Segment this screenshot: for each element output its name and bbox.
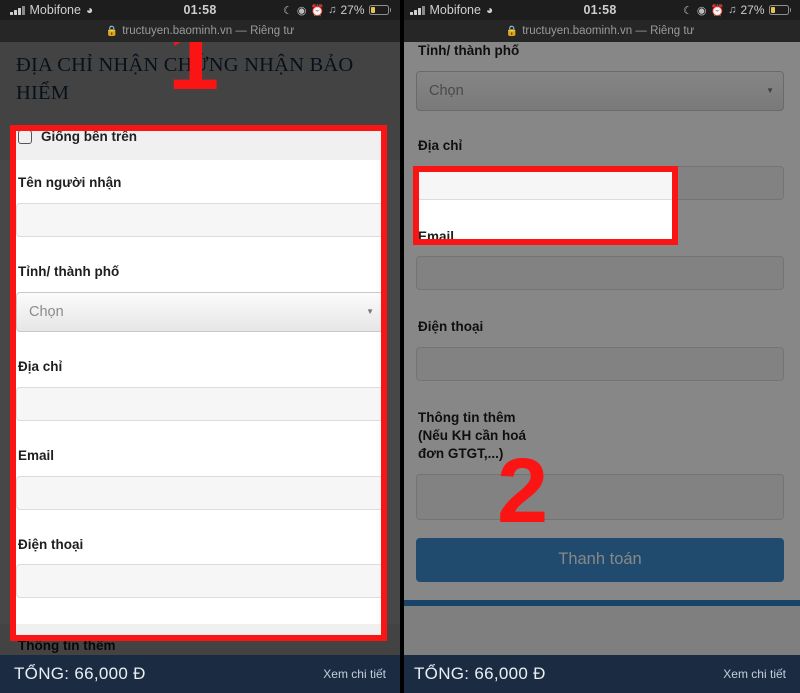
battery-percent-label: 27%	[340, 3, 365, 17]
headphones-icon: ♫	[328, 4, 337, 16]
right-page-viewport[interactable]: Tỉnh/ thành phố Chọn ▼ Địa chỉ Email Điệ…	[400, 42, 800, 655]
moon-icon: ☾	[283, 4, 293, 17]
field-tinh-thanh-pho: Tỉnh/ thành phố Chọn ▼	[416, 42, 784, 111]
pay-button-label: Thanh toán	[558, 550, 642, 569]
status-bar-right-group: ☾ ◉ ⏰ ♫ 27%	[683, 3, 800, 17]
view-details-link[interactable]: Xem chi tiết	[323, 667, 386, 681]
right-page-content: Tỉnh/ thành phố Chọn ▼ Địa chỉ Email Điệ…	[400, 42, 800, 606]
lock-icon: 🔒	[105, 25, 119, 37]
moon-icon: ☾	[683, 4, 693, 17]
url-text: tructuyen.baominh.vn — Riêng tư	[122, 25, 295, 37]
annotation-box-2	[413, 166, 678, 245]
rotation-lock-icon: ◉	[296, 4, 307, 17]
pay-button[interactable]: Thanh toán	[416, 537, 784, 582]
alarm-icon: ⏰	[310, 4, 325, 17]
rotation-lock-icon: ◉	[696, 4, 707, 17]
panel-divider	[400, 0, 404, 693]
url-bar-right[interactable]: 🔒 tructuyen.baominh.vn — Riêng tư	[400, 20, 800, 42]
url-bar-left[interactable]: 🔒 tructuyen.baominh.vn — Riêng tư	[0, 20, 400, 42]
blue-accent-bar	[400, 599, 800, 606]
field-label: Tỉnh/ thành phố	[418, 43, 520, 58]
battery-icon	[768, 5, 791, 15]
chevron-down-icon: ▼	[766, 86, 774, 96]
status-bar-right-group: ☾ ◉ ⏰ ♫ 27%	[283, 3, 400, 17]
total-bar-right: TỔNG: 66,000 Đ Xem chi tiết	[400, 655, 800, 693]
alarm-icon: ⏰	[710, 4, 725, 17]
email-input[interactable]	[416, 256, 784, 291]
recipient-form-card: Tỉnh/ thành phố Chọn ▼ Địa chỉ Email Điệ…	[400, 42, 800, 600]
headphones-icon: ♫	[728, 4, 737, 16]
total-bar-left: TỔNG: 66,000 Đ Xem chi tiết	[0, 655, 400, 693]
battery-icon	[368, 5, 391, 15]
field-label: Địa chỉ	[418, 137, 463, 153]
phone-input[interactable]	[416, 347, 784, 382]
status-bar-right: Mobifone ◕ 01:58 ☾ ◉ ⏰ ♫ 27%	[400, 0, 800, 20]
province-select-value: Chọn	[429, 82, 464, 99]
total-amount-label: TỔNG: 66,000 Đ	[14, 664, 146, 683]
left-phone-screen: Mobifone ◕ 01:58 ☾ ◉ ⏰ ♫ 27% 🔒 tructuyen…	[0, 0, 400, 693]
dual-screenshot-container: Mobifone ◕ 01:58 ☾ ◉ ⏰ ♫ 27% 🔒 tructuyen…	[0, 0, 800, 693]
view-details-link[interactable]: Xem chi tiết	[723, 667, 786, 681]
field-thong-tin-them: Thông tin thêm (Nếu KH cần hoá đơn GTGT,…	[416, 409, 784, 520]
url-text: tructuyen.baominh.vn — Riêng tư	[522, 25, 695, 37]
field-label: Điện thoại	[418, 319, 484, 335]
field-dien-thoai: Điện thoại	[416, 318, 784, 382]
annotation-box-1	[10, 125, 387, 641]
annotation-number-2: 2	[497, 440, 549, 542]
province-select[interactable]: Chọn ▼	[416, 70, 784, 111]
extra-info-input[interactable]	[416, 473, 784, 520]
right-phone-screen: Mobifone ◕ 01:58 ☾ ◉ ⏰ ♫ 27% 🔒 tructuyen…	[400, 0, 800, 693]
battery-percent-label: 27%	[740, 3, 765, 17]
status-bar-left: Mobifone ◕ 01:58 ☾ ◉ ⏰ ♫ 27%	[0, 0, 400, 20]
total-amount-label: TỔNG: 66,000 Đ	[414, 664, 546, 683]
lock-icon: 🔒	[505, 25, 519, 37]
